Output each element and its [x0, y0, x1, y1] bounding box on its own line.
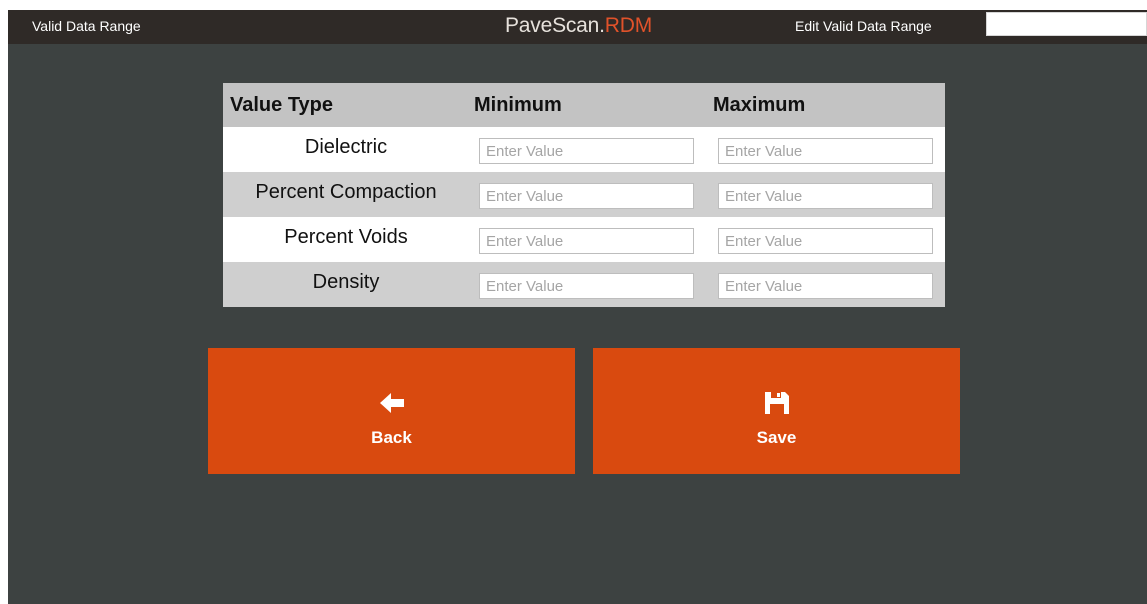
app-window: Valid Data Range PaveScan.RDM Edit Valid…: [8, 10, 1147, 604]
row-label: Dielectric: [304, 136, 388, 158]
table-row-percent-voids: Percent Voids: [223, 217, 945, 262]
table-row-dielectric: Dielectric: [223, 127, 945, 172]
top-search-input[interactable]: [986, 12, 1147, 36]
valid-range-table: Value Type Minimum Maximum Dielectric Pe…: [223, 83, 945, 307]
column-header-minimum: Minimum: [474, 94, 562, 116]
dielectric-max-input[interactable]: [718, 138, 933, 164]
save-button-label: Save: [756, 428, 797, 447]
percent-compaction-min-input[interactable]: [479, 183, 694, 209]
row-label: Percent Voids: [284, 226, 408, 248]
arrow-left-icon: [379, 393, 404, 413]
table-header: Value Type Minimum Maximum: [223, 83, 945, 127]
density-min-input[interactable]: [479, 273, 694, 299]
row-label: Density: [312, 271, 380, 293]
brand-logo: PaveScan.RDM: [505, 14, 653, 37]
back-button-label: Back: [371, 428, 412, 447]
brand-name: PaveScan: [505, 14, 600, 37]
top-bar: Valid Data Range PaveScan.RDM Edit Valid…: [8, 10, 1147, 44]
density-max-input[interactable]: [718, 273, 933, 299]
dielectric-min-input[interactable]: [479, 138, 694, 164]
edit-section-title: Edit Valid Data Range: [795, 18, 932, 34]
row-label: Percent Compaction: [255, 181, 437, 203]
floppy-disk-icon: [764, 392, 789, 414]
page-title: Valid Data Range: [32, 18, 141, 34]
percent-voids-max-input[interactable]: [718, 228, 933, 254]
brand-suffix: RDM: [604, 14, 653, 37]
save-button[interactable]: Save: [593, 348, 960, 474]
percent-compaction-max-input[interactable]: [718, 183, 933, 209]
column-header-maximum: Maximum: [713, 94, 806, 116]
table-row-density: Density: [223, 262, 945, 307]
back-button[interactable]: Back: [208, 348, 575, 474]
percent-voids-min-input[interactable]: [479, 228, 694, 254]
column-header-value-type: Value Type: [230, 94, 334, 116]
table-row-percent-compaction: Percent Compaction: [223, 172, 945, 217]
